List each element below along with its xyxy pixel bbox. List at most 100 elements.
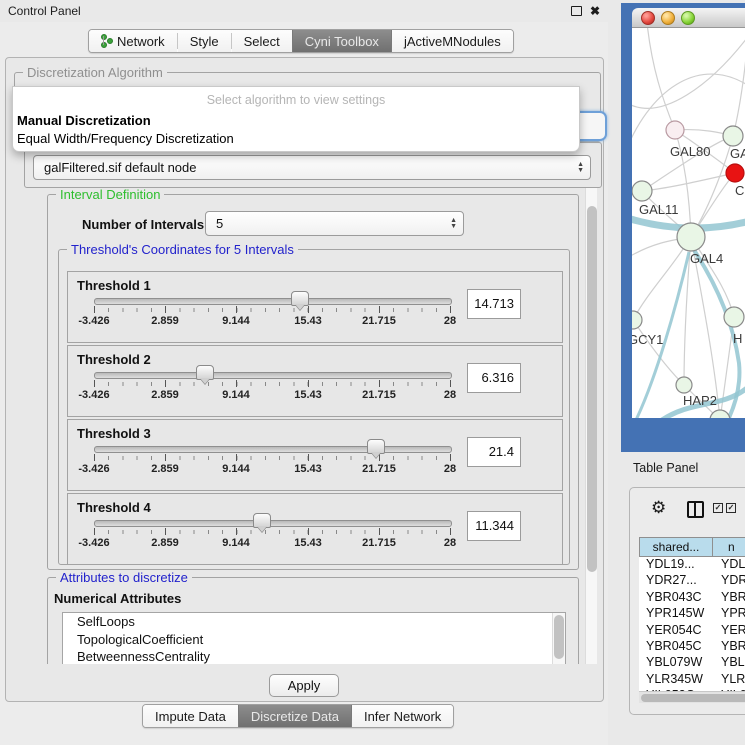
slider-ticks	[94, 456, 451, 460]
threshold-3-slider-track[interactable]	[94, 446, 452, 453]
panel-scrollbar[interactable]	[585, 188, 597, 664]
cell-name[interactable]: YBL0	[713, 655, 745, 671]
tick-label: 15.43	[294, 537, 322, 549]
table-row[interactable]: YDR27...YDR2	[639, 573, 745, 589]
popup-item-manual-discretization[interactable]: Manual Discretization	[17, 113, 151, 128]
threshold-4-slider-handle[interactable]	[253, 513, 271, 528]
table-row[interactable]: YLR345WYLR3	[639, 672, 745, 688]
cell-shared[interactable]: YPR145W	[639, 606, 713, 622]
apply-button[interactable]: Apply	[269, 674, 339, 697]
network-graph: GAL80 GA GAL11 GAL4 GCY1 H HAP2 C	[632, 28, 745, 418]
float-window-icon[interactable]	[571, 6, 582, 16]
cell-name[interactable]: YDR2	[713, 573, 745, 589]
close-traffic-light-icon[interactable]	[641, 11, 655, 25]
attributes-group-title: Attributes to discretize	[56, 570, 192, 585]
threshold-2-box: Threshold 2 -3.426 2.859 9.144 15.43 21.…	[67, 345, 563, 417]
close-icon[interactable]: ✖	[590, 5, 600, 17]
cell-name[interactable]: YBR0	[713, 639, 745, 655]
cell-shared[interactable]: YER054C	[639, 623, 713, 639]
node-gal4[interactable]	[677, 223, 705, 251]
cell-shared[interactable]: YBL079W	[639, 655, 713, 671]
control-panel-titlebar: Control Panel ✖	[0, 0, 608, 22]
tick-label: 15.43	[294, 389, 322, 401]
slider-ticks	[94, 308, 451, 312]
table-horizontal-scrollbar[interactable]	[639, 691, 745, 703]
minimize-traffic-light-icon[interactable]	[661, 11, 675, 25]
node-hap2[interactable]	[676, 377, 692, 393]
tab-style[interactable]: Style	[178, 30, 231, 52]
cell-name[interactable]: YPR1	[713, 606, 745, 622]
cell-shared[interactable]: YDL19...	[639, 557, 713, 573]
cell-shared[interactable]: YDR27...	[639, 573, 713, 589]
list-item-topologicalcoefficient[interactable]: TopologicalCoefficient	[63, 631, 565, 649]
threshold-3-value-field[interactable]: 21.4	[467, 437, 521, 467]
table-row[interactable]: YBR043CYBR0	[639, 590, 745, 606]
tab-network[interactable]: Network	[89, 30, 177, 52]
top-tab-bar: Network Style Select Cyni Toolbox jActiv…	[88, 29, 514, 53]
cell-name[interactable]: YBR0	[713, 590, 745, 606]
cell-name[interactable]: YDL1	[713, 557, 745, 573]
node-gcy1[interactable]	[632, 311, 642, 329]
slider-ticks	[94, 530, 451, 534]
discretization-algorithm-group-title: Discretization Algorithm	[23, 65, 167, 80]
tick-label: -3.426	[78, 315, 109, 327]
threshold-3-box: Threshold 3 -3.426 2.859 9.144 15.43 21.…	[67, 419, 563, 491]
list-item-selfloops[interactable]: SelfLoops	[63, 613, 565, 631]
node-gal11[interactable]	[632, 181, 652, 201]
threshold-3-slider-handle[interactable]	[367, 439, 385, 454]
threshold-1-label: Threshold 1	[77, 278, 151, 293]
tab-select[interactable]: Select	[232, 30, 292, 52]
column-header-name[interactable]: n	[713, 537, 745, 557]
cell-name[interactable]: YLR3	[713, 672, 745, 688]
tab-jactivemnodules[interactable]: jActiveMNodules	[392, 30, 513, 52]
table-data-combo[interactable]: galFiltered.sif default node ▲▼	[33, 155, 591, 180]
tab-discretize-data[interactable]: Discretize Data	[238, 705, 352, 727]
tick-label: 21.715	[362, 537, 396, 549]
threshold-2-slider-handle[interactable]	[196, 365, 214, 380]
popup-item-equal-width-frequency[interactable]: Equal Width/Frequency Discretization	[17, 131, 234, 146]
tab-cyni-toolbox[interactable]: Cyni Toolbox	[292, 30, 392, 52]
table-row[interactable]: YER054CYER0	[639, 623, 745, 639]
network-canvas[interactable]: GAL80 GA GAL11 GAL4 GCY1 H HAP2 C	[632, 28, 745, 418]
threshold-1-slider-handle[interactable]	[291, 291, 309, 306]
column-header-shared[interactable]: shared...	[639, 537, 713, 557]
threshold-2-value-field[interactable]: 6.316	[467, 363, 521, 393]
node-h[interactable]	[724, 307, 744, 327]
panel-scrollbar-thumb[interactable]	[587, 206, 597, 572]
threshold-1-slider-track[interactable]	[94, 298, 452, 305]
table-row[interactable]: YBL079WYBL0	[639, 655, 745, 671]
tab-impute-data[interactable]: Impute Data	[143, 705, 238, 727]
node-green-top[interactable]	[723, 126, 743, 146]
table-row[interactable]: YDL19...YDL1	[639, 557, 745, 573]
table-settings-button[interactable]: ⚙	[651, 499, 666, 518]
tick-label: 2.859	[151, 537, 179, 549]
threshold-1-box: Threshold 1 -3.426 2.859 9.144 15.43 21.…	[67, 271, 563, 343]
cell-shared[interactable]: YBR045C	[639, 639, 713, 655]
number-of-intervals-combo[interactable]: 5 ▲▼	[205, 211, 464, 236]
cell-name[interactable]: YER0	[713, 623, 745, 639]
column-chooser-icon[interactable]	[687, 501, 704, 518]
tick-label: 28	[444, 537, 456, 549]
threshold-2-slider-track[interactable]	[94, 372, 452, 379]
select-all-buttons[interactable]: ✓ ✓	[713, 503, 736, 513]
table-row[interactable]: YPR145WYPR1	[639, 606, 745, 622]
node-label-gal11: GAL11	[639, 202, 679, 217]
node-table: shared... n YDL19...YDL1 YDR27...YDR2 YB…	[639, 537, 745, 703]
node-bottom[interactable]	[710, 410, 730, 418]
tab-infer-network[interactable]: Infer Network	[352, 705, 453, 727]
attributes-scrollbar[interactable]	[552, 613, 565, 664]
threshold-1-value-field[interactable]: 14.713	[467, 289, 521, 319]
table-row[interactable]: YBR045CYBR0	[639, 639, 745, 655]
attributes-scrollbar-thumb[interactable]	[554, 615, 564, 659]
attributes-group: Attributes to discretize Numerical Attri…	[47, 577, 579, 664]
zoom-traffic-light-icon[interactable]	[681, 11, 695, 25]
cell-shared[interactable]: YBR043C	[639, 590, 713, 606]
cell-shared[interactable]: YLR345W	[639, 672, 713, 688]
threshold-4-value-field[interactable]: 11.344	[467, 511, 521, 541]
list-item-betweennesscentrality[interactable]: BetweennessCentrality	[63, 648, 565, 664]
threshold-4-slider-track[interactable]	[94, 520, 452, 527]
table-horizontal-scrollbar-thumb[interactable]	[641, 694, 745, 702]
tick-label: 9.144	[222, 463, 250, 475]
node-red[interactable]	[726, 164, 744, 182]
node-pink[interactable]	[666, 121, 684, 139]
